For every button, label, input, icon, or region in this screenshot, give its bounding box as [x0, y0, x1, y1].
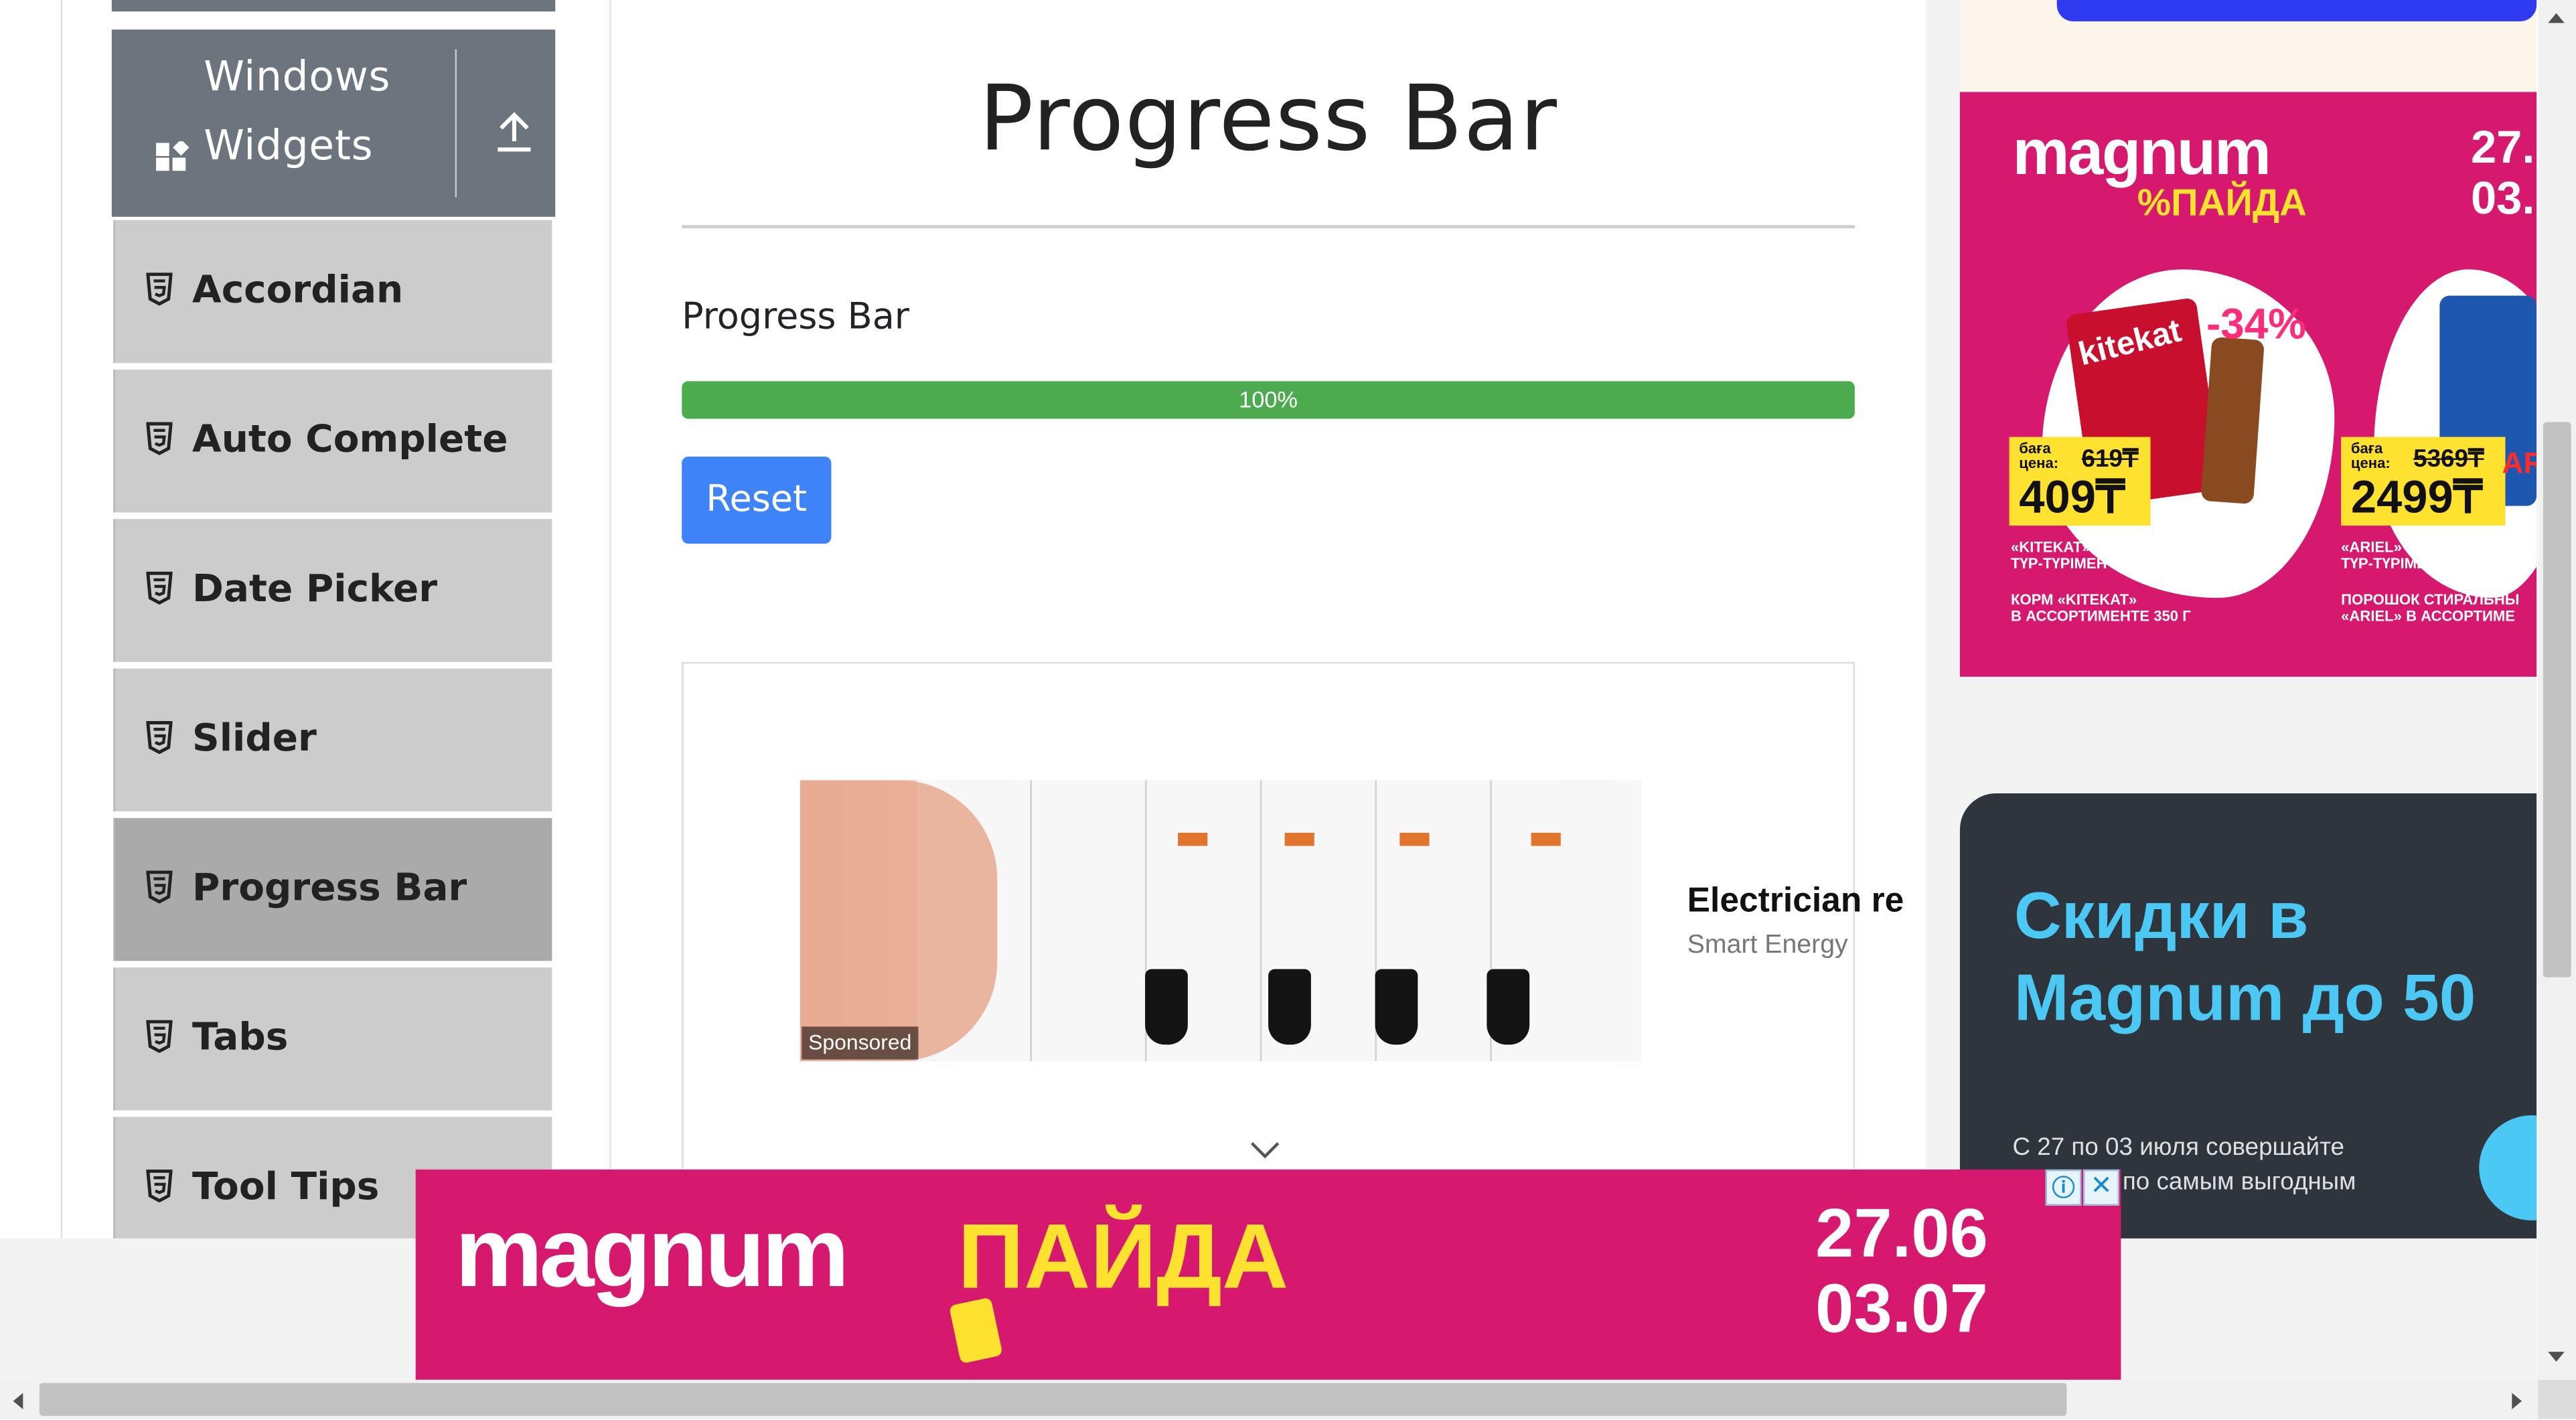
sidebar-item-label: Progress Bar — [192, 867, 467, 911]
reset-button[interactable]: Reset — [682, 457, 832, 544]
product-caption-kz: «KITEKAT» АЗЫҒЫ ТҮР-ТҮРІМЕН 350 Г — [2011, 538, 2152, 572]
group-header-separator — [455, 49, 457, 198]
html5-icon — [146, 272, 173, 306]
magnum-ad-card[interactable]: magnum %ПАЙДА 27. 03. -34% kitekat баға … — [1959, 92, 2537, 677]
page-title: Progress Bar — [978, 66, 1558, 171]
sidebar-item-label: Slider — [192, 718, 317, 761]
sidebar-group-title-line1: Windows — [204, 52, 391, 100]
chevron-down-icon[interactable] — [1249, 1140, 1282, 1160]
discount-ad-headline-2: Magnum до 50 — [2014, 962, 2476, 1035]
widgets-icon — [156, 141, 190, 171]
scrollbar-corner — [2538, 1379, 2576, 1419]
sidebar-item-slider[interactable]: Slider — [113, 668, 552, 811]
sidebar-rail — [60, 0, 63, 1239]
discount-ad-headline-1: Скидки в — [2014, 880, 2309, 953]
native-ad-source: Smart Energy — [1687, 931, 1848, 959]
price-label: баға цена: — [2019, 440, 2059, 472]
sidebar-item-label: Accordian — [192, 269, 404, 313]
magnum-banner-date-1: 27.06 — [1815, 1194, 1988, 1271]
html5-icon — [146, 721, 173, 755]
magnum-bottom-banner[interactable]: magnum ПАЙДА 27.06 03.07 — [415, 1169, 2121, 1380]
product-caption-kz: «ARIEL» КІР ЖУҒЫШ ҰН ТҮР-ТҮРІМЕН 3 КГ — [2341, 538, 2517, 572]
progress-section-label: Progress Bar — [682, 297, 909, 339]
sidebar-item-label: Date Picker — [192, 568, 438, 611]
collapse-arrow-up-icon[interactable] — [493, 108, 536, 155]
native-ad-image[interactable] — [800, 780, 1641, 1061]
native-ad-headline[interactable]: Electrician re — [1687, 882, 1904, 921]
scroll-down-arrow-icon[interactable] — [2545, 1348, 2567, 1365]
discount-ad-body-1: С 27 по 03 июля совершайте — [2012, 1133, 2345, 1162]
html5-icon — [146, 1169, 173, 1202]
vertical-scrollbar-thumb[interactable] — [2543, 422, 2571, 977]
ariel-badge: AR — [2502, 447, 2537, 480]
scroll-up-arrow-icon[interactable] — [2545, 10, 2567, 27]
magnum-logo: magnum — [2012, 118, 2271, 189]
scroll-left-arrow-icon[interactable] — [10, 1390, 27, 1413]
product-caption-ru: КОРМ «KITEKAT» В АССОРТИМЕНТЕ 350 Г — [2011, 591, 2191, 625]
sidebar-group-top-strip — [111, 0, 556, 12]
scroll-right-arrow-icon[interactable] — [2508, 1390, 2525, 1413]
sidebar-item-progress-bar[interactable]: Progress Bar — [113, 817, 552, 961]
discount-ad-body-2: по самым выгодным — [2122, 1168, 2356, 1196]
close-ad-icon[interactable]: ✕ — [2082, 1169, 2119, 1206]
horizontal-scrollbar-thumb[interactable] — [39, 1383, 2067, 1416]
magnum-banner-logo: magnum — [455, 1197, 850, 1308]
progress-bar-fill: 100% — [682, 381, 1855, 419]
right-ad-top-button[interactable] — [2056, 0, 2537, 21]
title-divider — [682, 225, 1855, 229]
discount-badge: -34% — [2206, 299, 2306, 349]
sidebar-item-label: Auto Complete — [192, 418, 508, 462]
sidebar-item-date-picker[interactable]: Date Picker — [113, 519, 552, 662]
html5-icon — [146, 870, 173, 904]
html5-icon — [146, 571, 173, 605]
magnum-banner-date-2: 03.07 — [1815, 1269, 1988, 1347]
progress-bar: 100% — [682, 381, 1855, 419]
old-price: 619₸ — [2081, 445, 2139, 473]
sidebar-group-title-line2: Widgets — [204, 121, 374, 169]
magnum-logo-sub: %ПАЙДА — [2137, 180, 2307, 224]
html5-icon — [146, 1020, 173, 1053]
new-price: 409₸ — [2019, 471, 2125, 523]
old-price: 5369₸ — [2413, 445, 2484, 473]
new-price: 2499₸ — [2350, 471, 2483, 523]
product-caption-ru: ПОРОШОК СТИРАЛЬНЫ «ARIEL» В АССОРТИМЕ — [2341, 591, 2520, 625]
sponsored-label: Sponsored — [802, 1026, 919, 1060]
sidebar-group-header-widgets[interactable]: Windows Widgets — [111, 29, 556, 217]
magnum-banner-logo-sub: ПАЙДА — [958, 1204, 1289, 1308]
adchoices-icon[interactable]: ⓘ — [2045, 1169, 2082, 1206]
sidebar-item-accordian[interactable]: Accordian — [113, 220, 552, 364]
discount-ad-arrow-button[interactable] — [2479, 1115, 2537, 1220]
sidebar-item-auto-complete[interactable]: Auto Complete — [113, 370, 552, 513]
price-label: баға цена: — [2350, 440, 2391, 472]
html5-icon — [146, 422, 173, 455]
magnum-ad-dates: 27. 03. — [2470, 121, 2535, 224]
sidebar-item-label: Tabs — [192, 1016, 289, 1060]
sidebar-item-tabs[interactable]: Tabs — [113, 967, 552, 1111]
sidebar-divider — [609, 0, 611, 1239]
sidebar-item-label: Tool Tips — [192, 1166, 380, 1209]
